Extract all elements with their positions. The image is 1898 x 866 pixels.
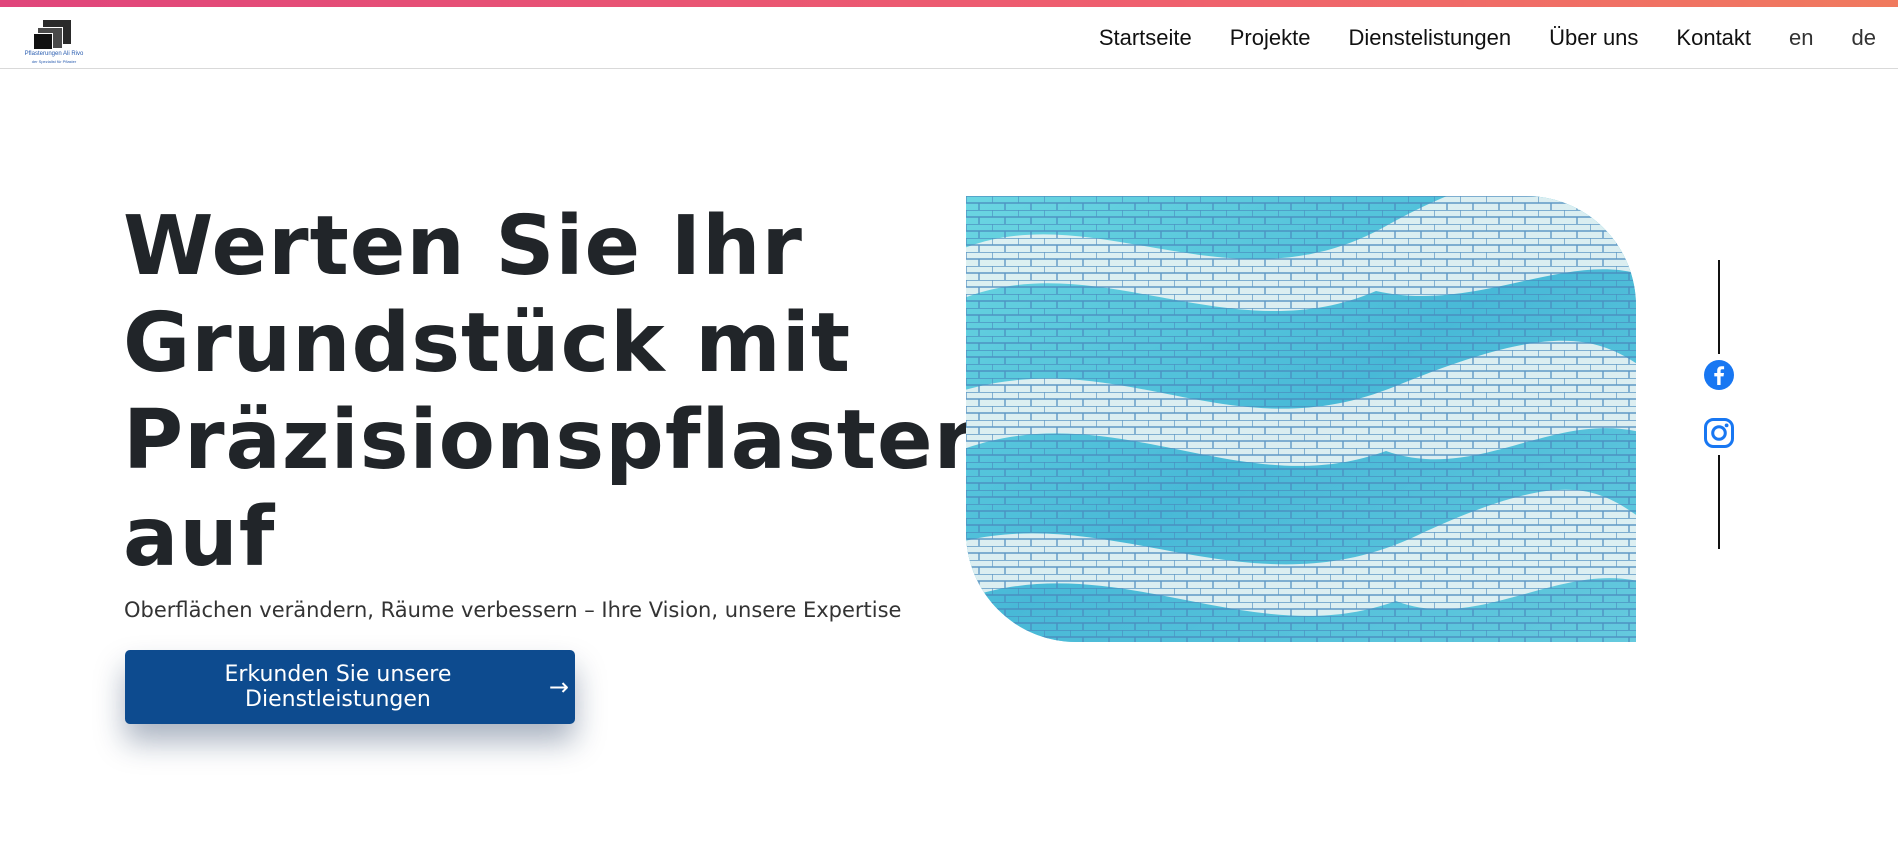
logo-tagline: der Spezialist für Pflaster [31, 59, 77, 64]
cta-label: Erkunden Sie unsere Dienstleistungen [224, 662, 452, 712]
arrow-right-icon: → [548, 673, 569, 701]
instagram-icon[interactable] [1703, 417, 1735, 449]
logo-brand-text: Pflasterungen Ali Rivo [24, 51, 84, 57]
explore-services-button[interactable]: Erkunden Sie unsere Dienstleistungen → [125, 650, 575, 724]
navbar: Pflasterungen Ali Rivo der Spezialist fü… [0, 7, 1898, 69]
language-en[interactable]: en [1789, 25, 1813, 51]
nav-link-startseite[interactable]: Startseite [1099, 25, 1192, 51]
hero-subtitle: Oberflächen verändern, Räume verbessern … [124, 598, 902, 622]
hero-title: Werten Sie Ihr Grundstück mit Präzisions… [123, 199, 976, 585]
nav-link-dienstleistungen[interactable]: Dienstelistungen [1348, 25, 1511, 51]
site-logo[interactable]: Pflasterungen Ali Rivo der Spezialist fü… [22, 12, 86, 64]
hero-paving-image [966, 196, 1636, 642]
main-nav: Startseite Projekte Dienstelistungen Übe… [1099, 7, 1876, 69]
social-divider-top [1718, 260, 1720, 354]
nav-link-kontakt[interactable]: Kontakt [1676, 25, 1751, 51]
nav-link-ueber-uns[interactable]: Über uns [1549, 25, 1638, 51]
logo-square-front [33, 33, 53, 50]
nav-link-projekte[interactable]: Projekte [1230, 25, 1311, 51]
language-de[interactable]: de [1852, 25, 1876, 51]
social-divider-bottom [1718, 455, 1720, 549]
accent-top-bar [0, 0, 1898, 7]
facebook-icon[interactable] [1703, 359, 1735, 391]
